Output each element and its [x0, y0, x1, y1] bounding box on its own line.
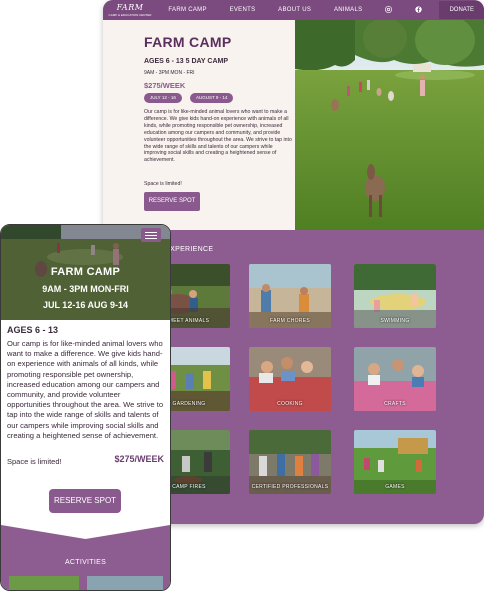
- mobile-mockup: FARM CAMP 9AM - 3PM MON-FRI JUL 12-16 AU…: [0, 224, 171, 591]
- mobile-price: $275/WEEK: [114, 454, 164, 464]
- tile-crafts[interactable]: CRAFTS: [354, 347, 436, 411]
- nav-about-us[interactable]: ABOUT US: [278, 7, 311, 13]
- hero-section: FARM CAMP AGES 6 - 13 5 DAY CAMP 9AM - 3…: [103, 20, 484, 230]
- ages-line: AGES 6 - 13 5 DAY CAMP: [144, 58, 229, 65]
- mobile-description: Our camp is for like-minded animal lover…: [7, 339, 164, 440]
- mobile-activities-section: [1, 525, 170, 590]
- site-logo[interactable]: FARM CAMP & EDUCATION CENTER: [103, 0, 157, 20]
- mobile-page-title: FARM CAMP: [50, 266, 121, 278]
- activities-heading: ACTIVITIES: [64, 559, 107, 566]
- mobile-times-line: 9AM - 3PM MON-FRI: [42, 284, 129, 294]
- tile-games[interactable]: GAMES: [354, 430, 436, 494]
- mobile-space-limited: Space is limited!: [7, 457, 62, 466]
- hamburger-menu-icon[interactable]: [141, 228, 161, 242]
- hero-info-panel: FARM CAMP AGES 6 - 13 5 DAY CAMP 9AM - 3…: [103, 20, 295, 230]
- date-pill-august: AUGUST 9 - 14: [190, 93, 234, 103]
- nav-events[interactable]: EVENTS: [230, 7, 256, 13]
- page-title: FARM CAMP: [144, 34, 232, 50]
- nav-farm-camp[interactable]: FARM CAMP: [168, 7, 206, 13]
- price: $275/WEEK: [144, 81, 186, 90]
- instagram-icon[interactable]: [385, 5, 392, 15]
- mobile-reserve-spot-button[interactable]: RESERVE SPOT: [49, 489, 121, 513]
- tile-cooking[interactable]: COOKING: [249, 347, 331, 411]
- tile-swimming[interactable]: SWIMMING: [354, 264, 436, 328]
- mobile-ages: AGES 6 - 13: [7, 325, 59, 335]
- donate-button[interactable]: DONATE: [439, 1, 484, 19]
- space-limited-note: Space is limited!: [144, 181, 182, 187]
- tile-certified-professionals[interactable]: CERTIFIED PROFESSIONALS: [249, 430, 331, 494]
- reserve-spot-button[interactable]: RESERVE SPOT: [144, 192, 200, 211]
- mobile-dates-line: JUL 12-16 AUG 9-14: [42, 300, 129, 310]
- times-line: 9AM - 3PM MON - FRI: [144, 70, 195, 76]
- date-pill-july: JULY 12 - 16: [144, 93, 182, 103]
- top-nav: FARM CAMP & EDUCATION CENTER FARM CAMP E…: [103, 0, 484, 20]
- facebook-icon[interactable]: [415, 5, 422, 15]
- hero-photo-goats: [295, 20, 484, 230]
- tile-farm-chores[interactable]: FARM CHORES: [249, 264, 331, 328]
- nav-animals[interactable]: ANIMALS: [334, 7, 362, 13]
- description: Our camp is for like-minded animal lover…: [144, 109, 292, 164]
- mobile-hero: FARM CAMP 9AM - 3PM MON-FRI JUL 12-16 AU…: [1, 225, 170, 320]
